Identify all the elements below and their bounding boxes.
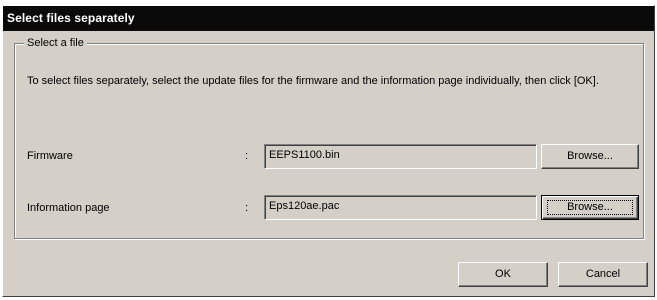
ok-button-label: OK: [495, 268, 511, 280]
firmware-file-value: EEPS1100.bin: [269, 149, 340, 161]
information-page-file-value: Eps120ae.pac: [269, 200, 340, 212]
window-title: Select files separately: [7, 11, 135, 25]
groupbox-legend: Select a file: [24, 37, 87, 49]
information-page-colon: :: [245, 202, 249, 214]
firmware-file-field[interactable]: EEPS1100.bin: [264, 144, 537, 169]
information-page-browse-label: Browse...: [567, 201, 613, 213]
information-page-browse-button[interactable]: Browse...: [541, 195, 639, 220]
ok-button[interactable]: OK: [458, 262, 548, 287]
firmware-browse-label: Browse...: [567, 150, 613, 162]
information-page-file-field[interactable]: Eps120ae.pac: [264, 195, 537, 220]
firmware-browse-button[interactable]: Browse...: [541, 144, 639, 169]
firmware-colon: :: [245, 150, 249, 162]
information-page-label: Information page: [27, 202, 110, 214]
cancel-button[interactable]: Cancel: [558, 262, 648, 287]
cancel-button-label: Cancel: [585, 268, 621, 280]
title-bar[interactable]: Select files separately: [3, 6, 654, 31]
firmware-label: Firmware: [27, 150, 73, 162]
instruction-text: To select files separately, select the u…: [27, 75, 599, 87]
